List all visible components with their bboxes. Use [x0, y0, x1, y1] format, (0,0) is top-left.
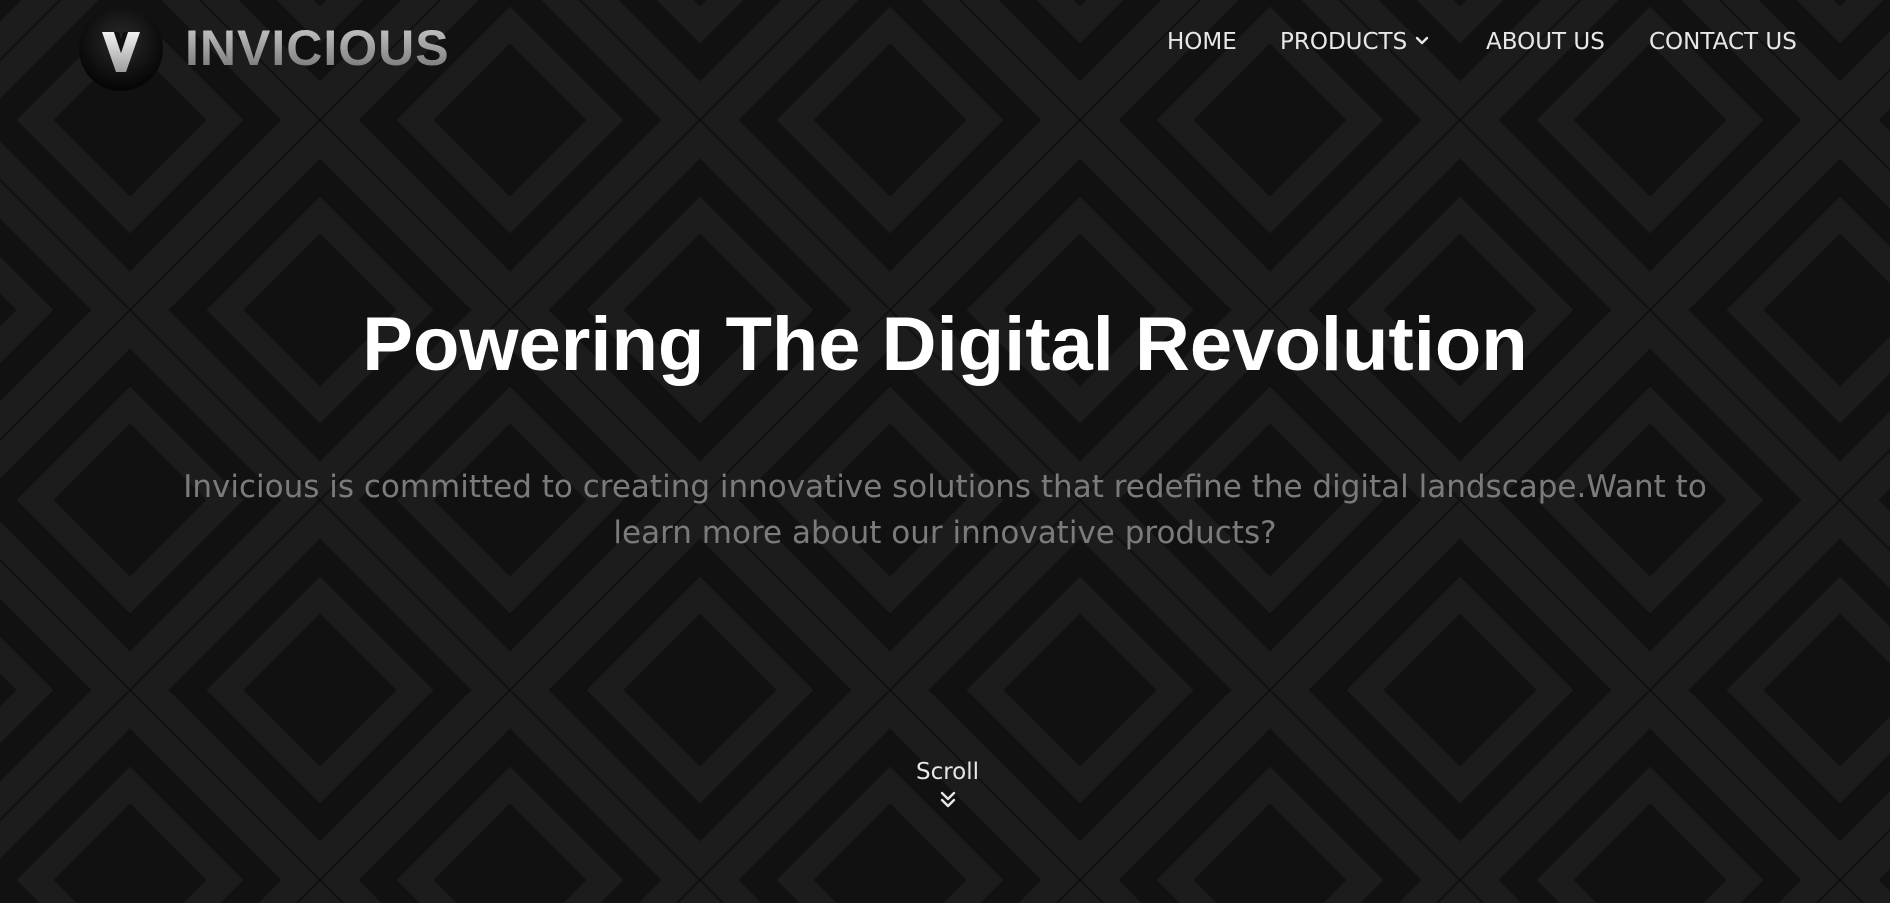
scroll-button[interactable]: Scroll [895, 756, 1000, 810]
nav-contact-us[interactable]: CONTACT US [1649, 24, 1797, 60]
nav-about-us[interactable]: ABOUT US [1486, 24, 1605, 60]
double-chevron-down-icon [940, 791, 955, 808]
brand-name[interactable]: INVICIOUS [185, 20, 450, 76]
nav-products-label: PRODUCTS [1280, 29, 1408, 55]
nav-products[interactable]: PRODUCTS [1280, 24, 1429, 60]
v-logo-icon[interactable] [78, 6, 164, 92]
site-header: INVICIOUS HOME PRODUCTS ABOUT US CONTACT… [0, 0, 1890, 91]
nav-home[interactable]: HOME [1167, 24, 1237, 60]
chevron-down-icon [1416, 36, 1429, 44]
scroll-label: Scroll [915, 759, 980, 785]
hero-title: Powering The Digital Revolution [362, 302, 1528, 387]
hero-subtitle: Invicious is committed to creating innov… [183, 469, 1707, 551]
